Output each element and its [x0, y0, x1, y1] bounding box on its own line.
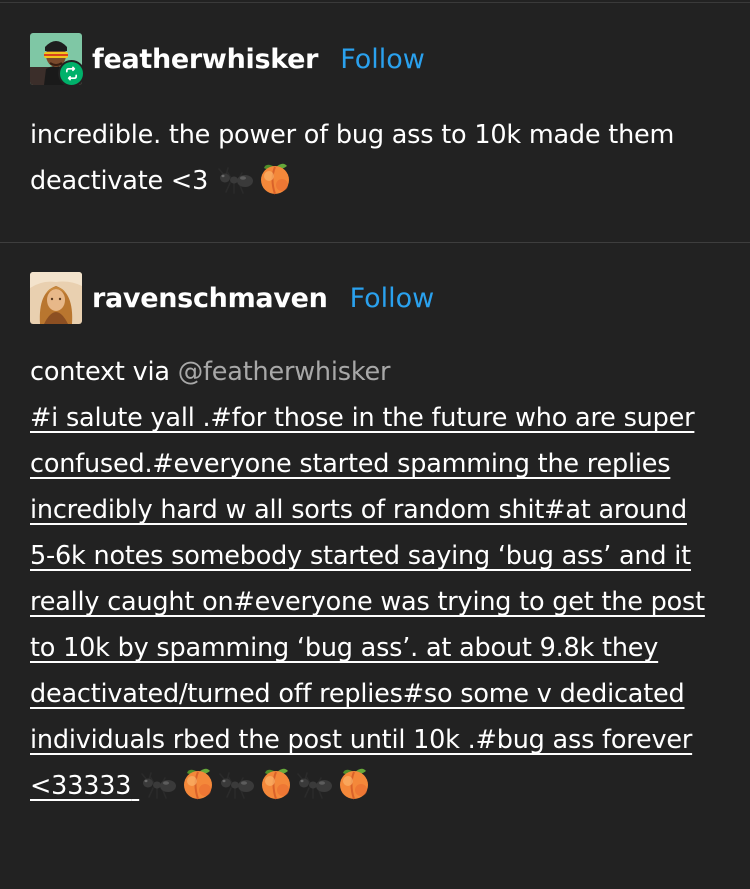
ant-icon [295, 770, 335, 800]
ant-icon [217, 770, 257, 800]
username[interactable]: featherwhisker [92, 44, 318, 75]
avatar[interactable] [30, 272, 82, 324]
mention-link[interactable]: @featherwhisker [178, 357, 391, 387]
tags-block[interactable]: #i salute yall .#for those in the future… [30, 395, 716, 809]
post-ravenschmaven: ravenschmaven Follow context via @feathe… [0, 243, 750, 889]
tags-text[interactable]: #i salute yall .#for those in the future… [30, 403, 705, 801]
post-featherwhisker: featherwhisker Follow incredible. the po… [0, 0, 750, 242]
ant-icon [216, 165, 256, 195]
avatar-container[interactable] [30, 272, 82, 324]
post-header: ravenschmaven Follow [30, 272, 434, 324]
avatar-container[interactable] [30, 33, 85, 87]
username[interactable]: ravenschmaven [92, 283, 328, 314]
peach-icon [256, 159, 294, 195]
post-text-container: context via @featherwhisker #i salute ya… [30, 349, 716, 809]
context-line: context via @featherwhisker [30, 349, 716, 395]
follow-button[interactable]: Follow [350, 283, 435, 314]
follow-button[interactable]: Follow [340, 44, 425, 75]
post-header: featherwhisker Follow [30, 33, 425, 87]
post-text: incredible. the power of bug ass to 10k … [30, 120, 675, 196]
peach-icon [335, 764, 373, 800]
post-text-container: incredible. the power of bug ass to 10k … [30, 112, 716, 204]
peach-icon [179, 764, 217, 800]
ant-icon [139, 770, 179, 800]
reblog-icon [58, 60, 85, 87]
context-prefix: context via [30, 357, 178, 387]
peach-icon [257, 764, 295, 800]
